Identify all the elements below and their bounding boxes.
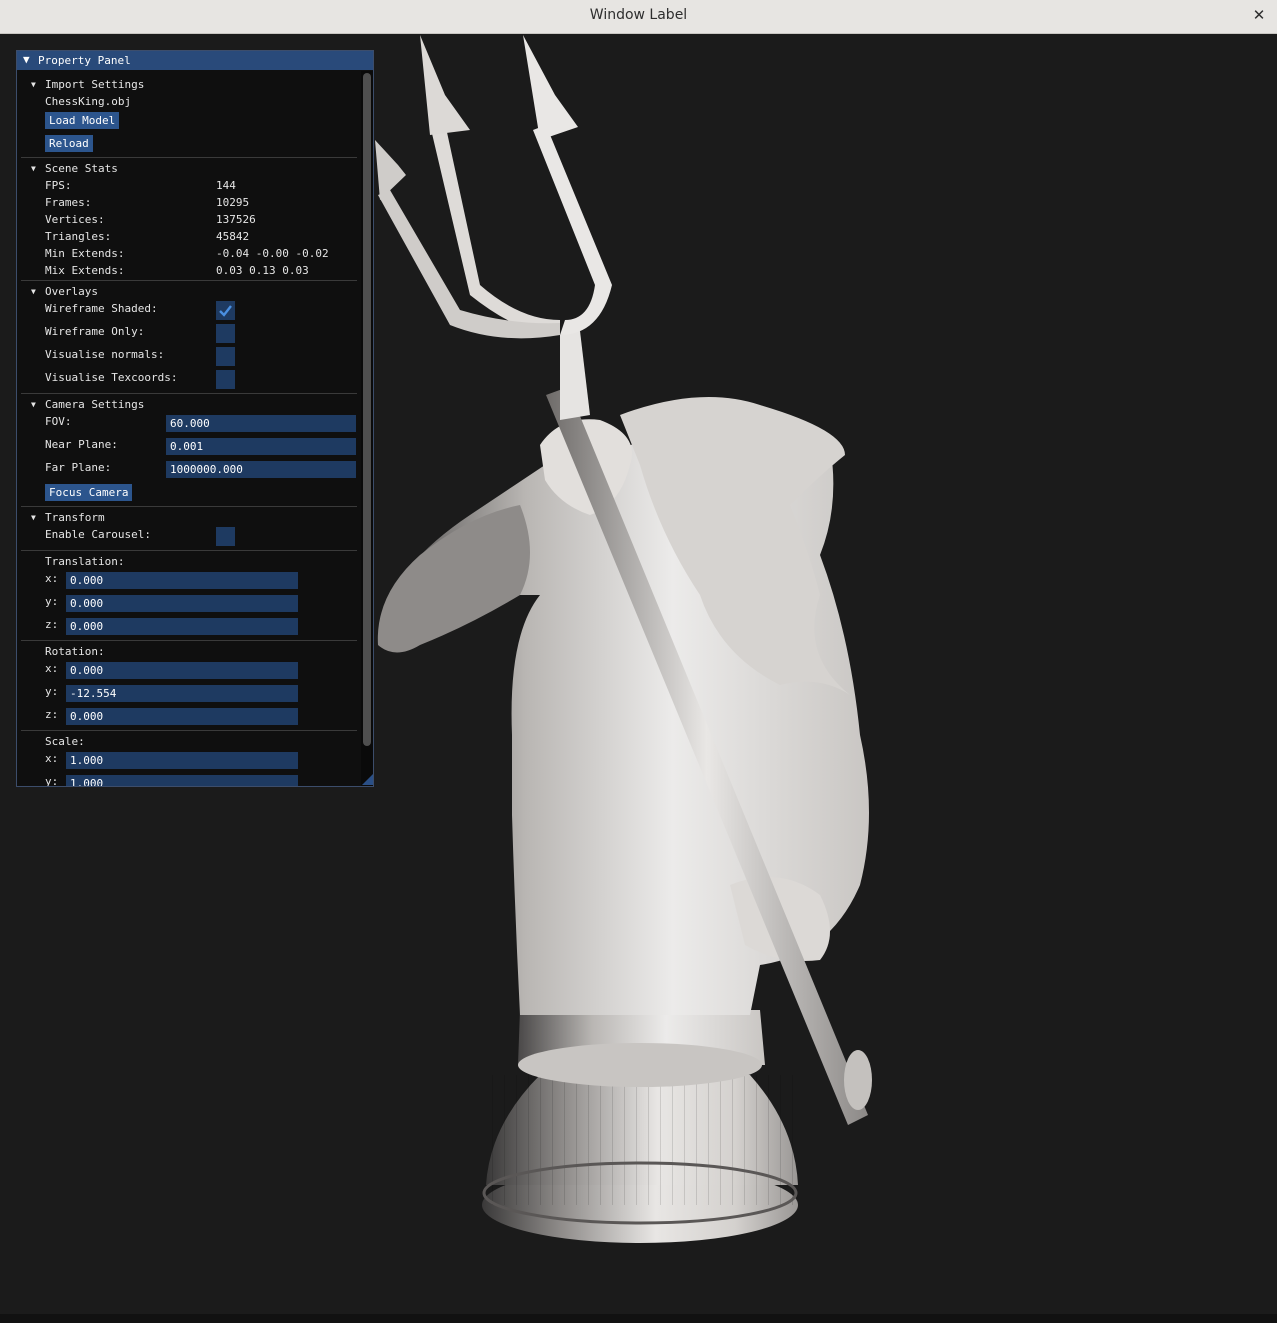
separator <box>21 393 357 394</box>
stat-label: Min Extends: <box>45 247 125 260</box>
transform-collapse-icon[interactable]: ▼ <box>31 513 36 522</box>
visualise-texcoords-checkbox[interactable] <box>216 370 235 389</box>
stat-label: FPS: <box>45 179 72 192</box>
translation-z-input[interactable]: 0.000 <box>66 618 298 635</box>
scrollbar-thumb[interactable] <box>363 73 371 746</box>
wireframe-only-checkbox[interactable] <box>216 324 235 343</box>
fov-input[interactable]: 60.000 <box>166 415 356 432</box>
rotation-x-input[interactable]: 0.000 <box>66 662 298 679</box>
overlays-header[interactable]: Overlays <box>45 285 98 298</box>
status-strip <box>0 1314 1277 1323</box>
scene-stats-header[interactable]: Scene Stats <box>45 162 118 175</box>
stat-value: 144 <box>216 179 236 192</box>
stat-value: 0.03 0.13 0.03 <box>216 264 309 277</box>
axis-label: z: <box>45 708 59 721</box>
axis-label: y: <box>45 685 59 698</box>
stat-value: -0.04 -0.00 -0.02 <box>216 247 329 260</box>
near-plane-label: Near Plane: <box>45 438 118 451</box>
transform-header[interactable]: Transform <box>45 511 105 524</box>
separator <box>21 640 357 641</box>
checkmark-icon <box>219 305 232 317</box>
translation-y-input[interactable]: 0.000 <box>66 595 298 612</box>
axis-label: x: <box>45 752 59 765</box>
axis-label: y: <box>45 595 59 608</box>
title-bar: Window Label ✕ <box>0 0 1277 34</box>
translation-x-input[interactable]: 0.000 <box>66 572 298 589</box>
overlay-label: Visualise normals: <box>45 348 165 361</box>
enable-carousel-checkbox[interactable] <box>216 527 235 546</box>
far-plane-input[interactable]: 1000000.000 <box>166 461 356 478</box>
separator <box>21 550 357 551</box>
stat-label: Triangles: <box>45 230 112 243</box>
overlay-label: Wireframe Shaded: <box>45 302 158 315</box>
close-icon[interactable]: ✕ <box>1250 5 1268 25</box>
wireframe-shaded-checkbox[interactable] <box>216 301 235 320</box>
stat-label: Mix Extends: <box>45 264 125 277</box>
property-panel[interactable]: ▼ Property Panel ▼ Import Settings Chess… <box>16 50 374 787</box>
load-model-button[interactable]: Load Model <box>45 112 120 129</box>
axis-label: z: <box>45 618 59 631</box>
separator <box>21 730 357 731</box>
stat-label: Frames: <box>45 196 92 209</box>
overlay-label: Wireframe Only: <box>45 325 145 338</box>
import-collapse-icon[interactable]: ▼ <box>31 80 36 89</box>
stat-label: Vertices: <box>45 213 105 226</box>
carousel-label: Enable Carousel: <box>45 528 151 541</box>
axis-label: y: <box>45 775 59 787</box>
scale-x-input[interactable]: 1.000 <box>66 752 298 769</box>
rotation-y-input[interactable]: -12.554 <box>66 685 298 702</box>
stat-value: 137526 <box>216 213 256 226</box>
scale-y-input[interactable]: 1.000 <box>66 775 298 786</box>
overlays-collapse-icon[interactable]: ▼ <box>31 287 36 296</box>
separator <box>21 280 357 281</box>
stats-collapse-icon[interactable]: ▼ <box>31 164 36 173</box>
fov-label: FOV: <box>45 415 72 428</box>
axis-label: x: <box>45 662 59 675</box>
reload-button[interactable]: Reload <box>45 135 93 152</box>
resize-grip-icon[interactable] <box>362 774 373 785</box>
overlay-label: Visualise Texcoords: <box>45 371 178 384</box>
axis-label: x: <box>45 572 59 585</box>
stat-value: 45842 <box>216 230 250 243</box>
separator <box>21 157 357 158</box>
translation-label: Translation: <box>45 555 125 568</box>
rotation-z-input[interactable]: 0.000 <box>66 708 298 725</box>
visualise-normals-checkbox[interactable] <box>216 347 235 366</box>
focus-camera-button[interactable]: Focus Camera <box>45 484 133 501</box>
scale-label: Scale: <box>45 735 85 748</box>
separator <box>21 506 357 507</box>
model-filename: ChessKing.obj <box>45 95 132 108</box>
stat-value: 10295 <box>216 196 250 209</box>
near-plane-input[interactable]: 0.001 <box>166 438 356 455</box>
camera-settings-header[interactable]: Camera Settings <box>45 398 144 411</box>
window-title: Window Label <box>589 7 688 23</box>
rotation-label: Rotation: <box>45 645 105 658</box>
far-plane-label: Far Plane: <box>45 461 112 474</box>
camera-collapse-icon[interactable]: ▼ <box>31 400 36 409</box>
import-settings-header[interactable]: Import Settings <box>45 78 144 91</box>
